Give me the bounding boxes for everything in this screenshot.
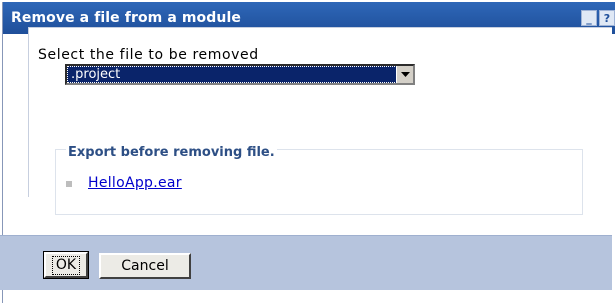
cancel-button[interactable]: Cancel (99, 253, 191, 279)
export-section-legend: Export before removing file. (66, 145, 277, 160)
export-file-link[interactable]: HelloApp.ear (88, 175, 182, 191)
title-controls: _ ? (581, 10, 615, 28)
minimize-icon[interactable]: _ (581, 10, 597, 26)
file-select-value[interactable]: .project (67, 66, 397, 83)
ok-button-label: OK (51, 256, 81, 275)
select-file-label: Select the file to be removed (38, 47, 259, 63)
square-bullet-icon (66, 181, 72, 187)
chevron-down-icon[interactable] (396, 66, 413, 83)
window-title: Remove a file from a module (11, 10, 241, 26)
button-bar (0, 235, 612, 290)
help-icon[interactable]: ? (599, 10, 615, 26)
file-select[interactable]: .project (65, 64, 415, 85)
ok-button[interactable]: OK (43, 251, 89, 279)
